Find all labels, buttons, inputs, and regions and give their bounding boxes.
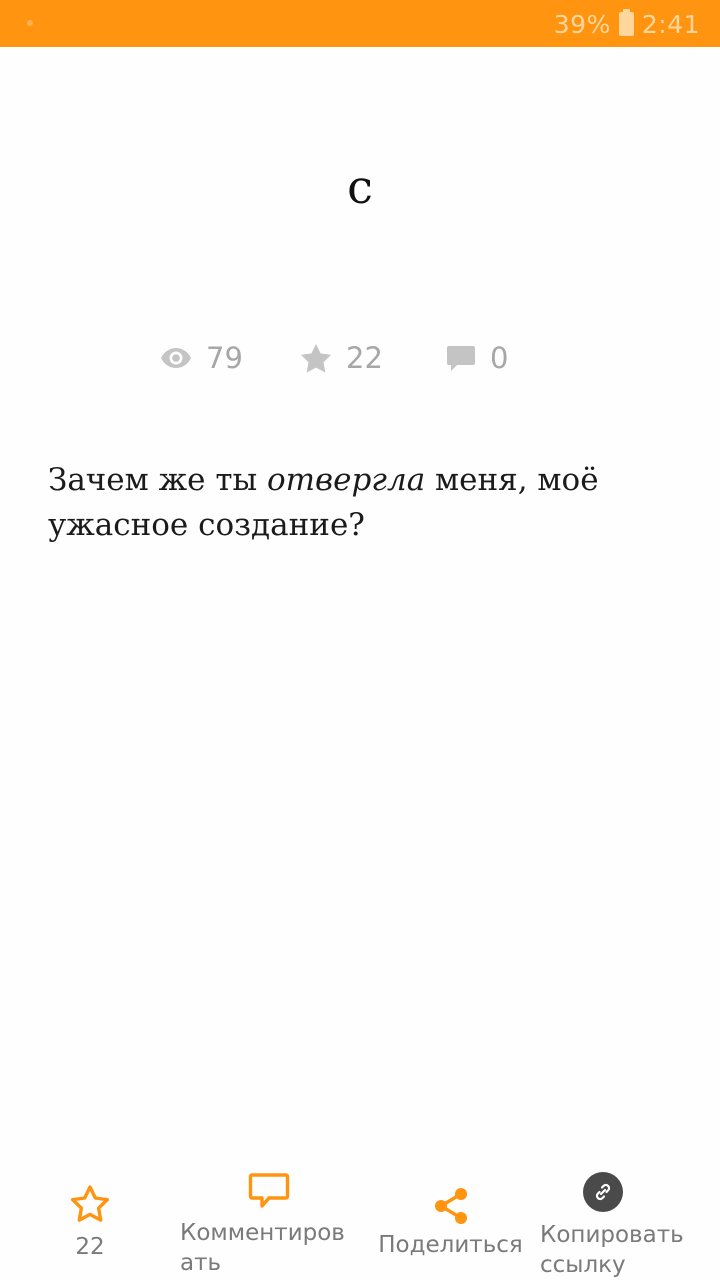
post-screen: 39% 2:41 с 79 22 0 Зачем же ты отвергла … <box>0 0 720 1280</box>
comment-button[interactable]: Комментировать <box>180 1172 356 1278</box>
comment-icon <box>447 346 475 371</box>
battery-icon <box>618 9 634 36</box>
star-count-label: 22 <box>75 1234 105 1260</box>
star-icon <box>301 344 331 373</box>
share-button[interactable]: Поделиться <box>378 1186 523 1260</box>
status-indicators: 39% 2:41 <box>554 9 700 39</box>
clock: 2:41 <box>641 9 700 39</box>
action-bar: 22 Комментировать Поделиться Копировать … <box>0 1160 720 1280</box>
body-text-emphasis: отвергла <box>267 462 426 498</box>
comment-outline-icon <box>248 1173 290 1208</box>
copy-link-button[interactable]: Копировать ссылку <box>540 1172 684 1280</box>
views-stat: 79 <box>160 336 243 380</box>
post-title: с <box>347 160 373 214</box>
status-bar: 39% 2:41 <box>0 0 720 47</box>
star-button[interactable]: 22 <box>55 1184 125 1262</box>
eye-icon <box>161 348 191 368</box>
post-body: Зачем же ты отвергла меня, моё ужасное с… <box>48 458 678 548</box>
comments-stat: 0 <box>446 336 508 380</box>
notification-dot <box>27 20 33 26</box>
star-outline-icon <box>71 1185 109 1222</box>
body-text-start: Зачем же ты <box>48 462 267 498</box>
copy-link-label: Копировать ссылку <box>540 1222 684 1278</box>
link-icon <box>582 1172 623 1212</box>
stars-count: 22 <box>346 341 383 375</box>
share-label: Поделиться <box>378 1232 523 1258</box>
share-icon <box>434 1188 467 1224</box>
comment-label: Комментировать <box>180 1220 345 1276</box>
post-stats: 79 22 0 <box>0 336 720 380</box>
stars-stat: 22 <box>300 336 383 380</box>
comments-count: 0 <box>490 341 509 375</box>
battery-percent: 39% <box>553 9 611 39</box>
views-count: 79 <box>206 341 243 375</box>
